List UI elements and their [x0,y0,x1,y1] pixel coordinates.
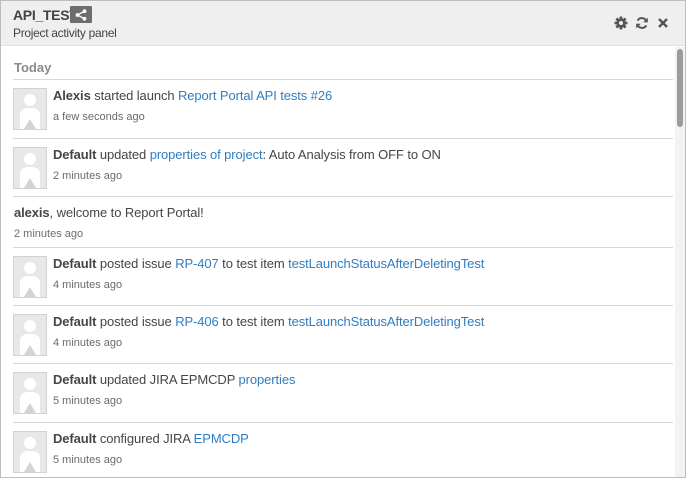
refresh-button[interactable] [634,15,650,31]
close-button[interactable] [655,15,671,31]
activity-action: started launch [90,88,178,103]
activity-text: Default configured JIRA EPMCDP [53,431,249,446]
project-activity-panel: API_TESTS Project activity panel Today A… [0,0,686,478]
activity-time: a few seconds ago [53,111,145,123]
user-avatar-icon [14,432,46,472]
activity-detail: , welcome to Report Portal! [49,205,204,220]
user-avatar-icon [14,373,46,413]
activity-time: 2 minutes ago [14,228,84,240]
avatar [13,314,47,356]
activity-text: alexis, welcome to Report Portal! [14,205,204,220]
activity-user: Default [53,431,97,446]
activity-text: Alexis started launch Report Portal API … [53,88,332,103]
avatar [13,372,47,414]
activity-action: updated JIRA EPMCDP [96,372,239,387]
user-avatar-icon [14,89,46,129]
activity-item: Default updated JIRA EPMCDP properties 5… [13,364,673,423]
share-button[interactable] [70,6,92,23]
activity-action: updated [96,147,150,162]
activity-time: 4 minutes ago [53,337,123,349]
issue-link[interactable]: RP-406 [175,314,219,329]
test-item-link[interactable]: testLaunchStatusAfterDeletingTest [288,256,484,271]
activity-item: Default updated properties of project: A… [13,139,673,197]
activity-text: Default updated properties of project: A… [53,147,441,162]
activity-item: alexis, welcome to Report Portal! 2 minu… [13,197,673,248]
activity-user: Default [53,314,97,329]
activity-user: Default [53,256,97,271]
activity-user: Default [53,147,97,162]
activity-item: Default posted issue RP-407 to test item… [13,248,673,306]
activity-text: Default posted issue RP-406 to test item… [53,314,484,329]
activity-item: Default configured JIRA EPMCDP 5 minutes… [13,423,673,477]
activity-item: Default posted issue RP-406 to test item… [13,306,673,364]
avatar [13,431,47,473]
scrollbar-thumb[interactable] [677,49,683,127]
avatar [13,88,47,130]
user-avatar-icon [14,257,46,297]
activity-text: Default posted issue RP-407 to test item… [53,256,484,271]
activity-action: posted issue [96,256,176,271]
vertical-scrollbar[interactable] [675,47,685,477]
activity-user: Alexis [53,88,91,103]
share-icon [75,8,87,21]
refresh-icon [636,17,648,29]
activity-action: configured JIRA [96,431,194,446]
day-label: Today [14,60,52,75]
activity-feed: Today Alexis started launch Report Porta… [1,47,673,477]
test-item-link[interactable]: testLaunchStatusAfterDeletingTest [288,314,484,329]
activity-time: 5 minutes ago [53,395,123,407]
activity-user: alexis [14,205,50,220]
panel-subtitle: Project activity panel [13,26,117,40]
activity-user: Default [53,372,97,387]
panel-header: API_TESTS Project activity panel [1,1,685,46]
user-avatar-icon [14,148,46,188]
activity-time: 5 minutes ago [53,454,123,466]
avatar [13,256,47,298]
activity-time: 4 minutes ago [53,279,123,291]
avatar [13,147,47,189]
user-avatar-icon [14,315,46,355]
gear-icon [614,16,628,30]
issue-link[interactable]: RP-407 [175,256,219,271]
activity-action: to test item [218,314,289,329]
activity-item: Alexis started launch Report Portal API … [13,80,673,139]
activity-detail: : Auto Analysis from OFF to ON [262,147,441,162]
activity-time: 2 minutes ago [53,170,123,182]
settings-button[interactable] [613,15,629,31]
launch-link[interactable]: Report Portal API tests #26 [178,88,332,103]
activity-text: Default updated JIRA EPMCDP properties [53,372,295,387]
activity-action: to test item [218,256,289,271]
activity-action: posted issue [96,314,176,329]
project-properties-link[interactable]: properties of project [150,147,263,162]
jira-project-link[interactable]: EPMCDP [194,431,249,446]
close-icon [658,18,668,28]
jira-properties-link[interactable]: properties [239,372,296,387]
